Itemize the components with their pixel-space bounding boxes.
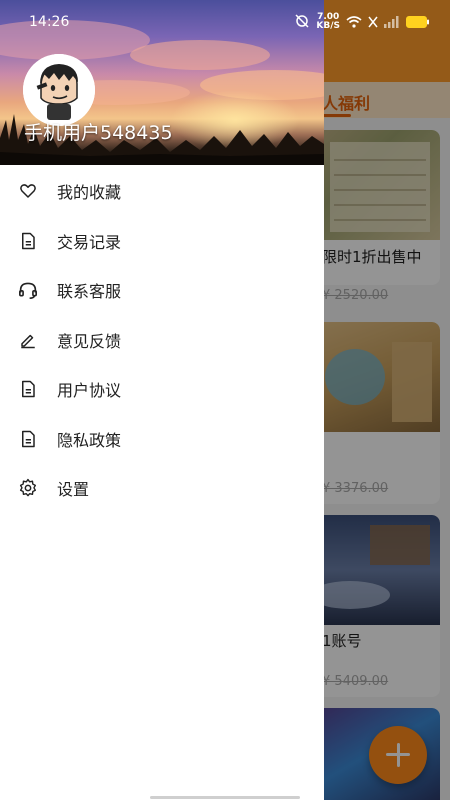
network-speed-unit: KB/S	[316, 21, 340, 31]
menu-item-label: 我的收藏	[57, 183, 122, 202]
menu-item-privacy-policy[interactable]: 隐私政策	[0, 414, 324, 464]
avatar-image	[23, 54, 95, 126]
username-label[interactable]: 手机用户548435	[24, 118, 173, 145]
navigation-drawer: 手机用户548435 我的收藏 交易记录 联系客服 意见反馈 用户协议 隐私政策…	[0, 0, 324, 800]
signal-icon	[384, 13, 400, 32]
wifi-icon	[346, 13, 362, 32]
document-icon	[18, 231, 38, 251]
status-time: 14:26	[29, 14, 70, 30]
menu-item-user-agreement[interactable]: 用户协议	[0, 364, 324, 414]
menu-item-label: 隐私政策	[57, 431, 122, 450]
menu-item-transactions[interactable]: 交易记录	[0, 216, 324, 266]
network-speed: 7.00 KB/S	[316, 13, 340, 31]
menu-item-label: 用户协议	[57, 381, 122, 400]
menu-item-label: 设置	[57, 480, 90, 499]
battery-icon	[406, 13, 430, 32]
status-icons: 7.00 KB/S	[294, 12, 430, 32]
headset-icon	[18, 280, 38, 300]
menu-item-settings[interactable]: 设置	[0, 463, 324, 513]
gear-icon	[18, 478, 38, 498]
cloud-decoration	[130, 40, 270, 70]
menu-item-label: 联系客服	[57, 282, 122, 301]
alarm-off-icon	[294, 13, 310, 32]
pencil-icon	[18, 330, 38, 350]
menu-item-label: 交易记录	[57, 233, 122, 252]
document-icon	[18, 379, 38, 399]
status-bar: 14:26 7.00 KB/S	[0, 0, 450, 40]
avatar[interactable]	[23, 54, 95, 126]
menu-item-label: 意见反馈	[57, 332, 122, 351]
home-indicator	[150, 796, 300, 799]
no-sim-icon	[368, 13, 378, 32]
heart-icon	[18, 181, 38, 201]
menu-item-favorites[interactable]: 我的收藏	[0, 166, 324, 216]
menu-item-feedback[interactable]: 意见反馈	[0, 315, 324, 365]
document-icon	[18, 429, 38, 449]
menu-item-customer-service[interactable]: 联系客服	[0, 265, 324, 315]
